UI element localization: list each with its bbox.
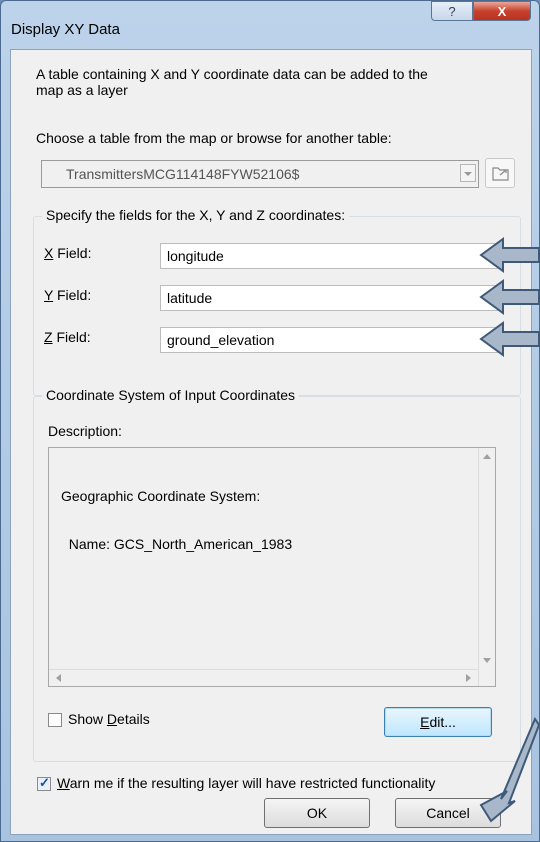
table-combo-value: TransmittersMCG114148FYW52106$ [66, 166, 300, 182]
show-details-post: etails [117, 711, 150, 727]
y-field-value: latitude [167, 290, 213, 306]
annotation-arrow-x [479, 237, 540, 273]
vertical-scrollbar[interactable] [478, 448, 495, 686]
intro-line-2: map as a layer [36, 82, 128, 98]
x-field-select[interactable]: longitude [160, 243, 498, 269]
annotation-arrow-edit [479, 717, 540, 823]
y-field-label: Y Field: [44, 287, 91, 303]
z-field-label-accel: Z [44, 329, 53, 345]
annotation-arrow-y [479, 279, 540, 315]
scroll-down-icon[interactable] [483, 658, 491, 663]
warn-label-accel: W [57, 775, 70, 791]
z-field-select[interactable]: ground_elevation [160, 327, 498, 353]
horizontal-scrollbar[interactable] [49, 669, 478, 686]
table-dropdown-button[interactable] [460, 164, 476, 182]
show-details-accel: D [106, 711, 118, 727]
y-field-label-accel: Y [44, 287, 54, 303]
warn-checkbox[interactable]: ✓ [37, 775, 51, 791]
dialog-body: A table containing X and Y coordinate da… [10, 49, 532, 835]
ok-button[interactable]: OK [264, 798, 370, 828]
description-line-1: Geographic Coordinate System: [61, 488, 261, 504]
intro-text: A table containing X and Y coordinate da… [36, 66, 428, 98]
z-field-value: ground_elevation [167, 332, 275, 348]
scroll-up-icon[interactable] [483, 454, 491, 459]
help-button[interactable]: ? [431, 1, 473, 21]
description-textbox[interactable]: Geographic Coordinate System: Name: GCS_… [48, 447, 496, 687]
coord-group-legend: Coordinate System of Input Coordinates [42, 387, 300, 403]
checkmark-icon: ✓ [39, 775, 50, 790]
scroll-left-icon[interactable] [56, 674, 61, 682]
fields-group-legend: Specify the fields for the X, Y and Z co… [42, 207, 350, 223]
x-field-label-rest: Field: [53, 245, 92, 261]
edit-button[interactable]: Edit... [384, 707, 492, 737]
warn-label[interactable]: Warn me if the resulting layer will have… [57, 775, 435, 791]
show-details-label[interactable]: Show Details [68, 711, 150, 727]
show-details-checkbox[interactable] [48, 713, 62, 727]
choose-table-label: Choose a table from the map or browse fo… [36, 130, 392, 146]
z-field-label: Z Field: [44, 329, 91, 345]
close-icon: X [497, 3, 507, 19]
title-bar[interactable]: Display XY Data ? X [1, 1, 540, 49]
fields-group: Specify the fields for the X, Y and Z co… [33, 207, 521, 396]
browse-button[interactable] [485, 158, 515, 188]
x-field-value: longitude [167, 248, 224, 264]
open-folder-icon [492, 167, 509, 181]
scroll-right-icon[interactable] [466, 674, 471, 682]
table-combo[interactable]: TransmittersMCG114148FYW52106$ [41, 160, 479, 188]
z-field-label-rest: Field: [52, 329, 91, 345]
y-field-select[interactable]: latitude [160, 285, 498, 311]
annotation-arrow-z [479, 321, 540, 357]
coord-system-group: Coordinate System of Input Coordinates D… [33, 387, 521, 762]
description-line-2: Name: GCS_North_American_1983 [61, 536, 293, 552]
help-icon: ? [448, 3, 456, 19]
x-field-label: X Field: [44, 245, 91, 261]
x-field-label-accel: X [44, 245, 54, 261]
edit-button-rest: dit... [429, 714, 456, 730]
intro-line-1: A table containing X and Y coordinate da… [36, 66, 428, 82]
window-title: Display XY Data [11, 21, 120, 38]
warn-label-rest: arn me if the resulting layer will have … [69, 775, 436, 791]
dialog-window: Display XY Data ? X A table containing X… [0, 0, 540, 842]
show-details-pre: Show [68, 711, 107, 727]
description-label: Description: [48, 423, 122, 439]
y-field-label-rest: Field: [53, 287, 92, 303]
description-text: Geographic Coordinate System: Name: GCS_… [61, 456, 292, 584]
close-button[interactable]: X [473, 1, 531, 21]
